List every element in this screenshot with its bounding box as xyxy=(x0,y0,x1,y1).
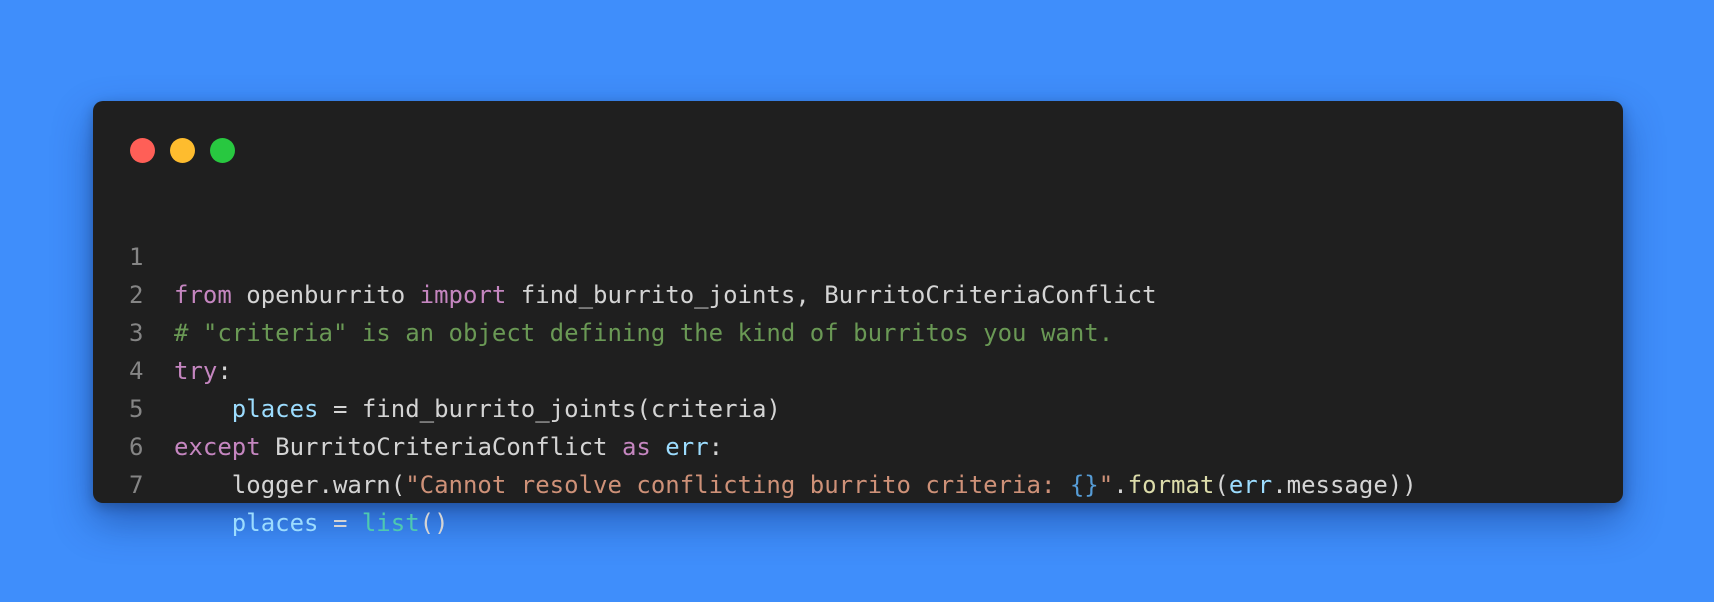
variable-token: places xyxy=(231,509,319,537)
maximize-dot-icon[interactable] xyxy=(210,138,235,163)
code-window: 1 from openburrito import find_burrito_j… xyxy=(93,101,1623,537)
code-line-3: 3 try: xyxy=(93,276,1623,385)
placeholder-token: {} xyxy=(1069,471,1099,499)
text-token: = xyxy=(318,509,362,537)
text-token: .message)) xyxy=(1272,471,1417,499)
code-line-5: 5 except BurritoCriteriaConflict as err: xyxy=(93,352,1623,461)
code-line-4: 4 places = find_burrito_joints(criteria) xyxy=(93,314,1623,423)
code-line-2: 2 # "criteria" is an object defining the… xyxy=(93,238,1623,347)
code-text: places = list() xyxy=(174,504,449,542)
builtin-token: list xyxy=(361,509,420,537)
minimize-dot-icon[interactable] xyxy=(170,138,195,163)
string-token: " xyxy=(1098,471,1114,499)
code-block: 1 from openburrito import find_burrito_j… xyxy=(93,200,1623,537)
text-token: . xyxy=(1113,471,1128,499)
code-line-6: 6 logger.warn("Cannot resolve conflictin… xyxy=(93,390,1623,499)
line-number: 7 xyxy=(129,471,144,499)
text-token: ( xyxy=(1214,471,1229,499)
code-line-1: 1 from openburrito import find_burrito_j… xyxy=(93,200,1623,309)
code-line-7: 7 places = list() xyxy=(93,428,1623,537)
code-text: logger.warn("Cannot resolve conflicting … xyxy=(174,466,1417,504)
text-token: () xyxy=(419,509,449,537)
function-token: format xyxy=(1127,471,1215,499)
indent-token xyxy=(174,509,232,537)
close-dot-icon[interactable] xyxy=(130,138,155,163)
text-token: logger.warn( xyxy=(174,471,406,499)
string-token: "Cannot resolve conflicting burrito crit… xyxy=(405,471,1070,499)
variable-token: err xyxy=(1228,471,1273,499)
